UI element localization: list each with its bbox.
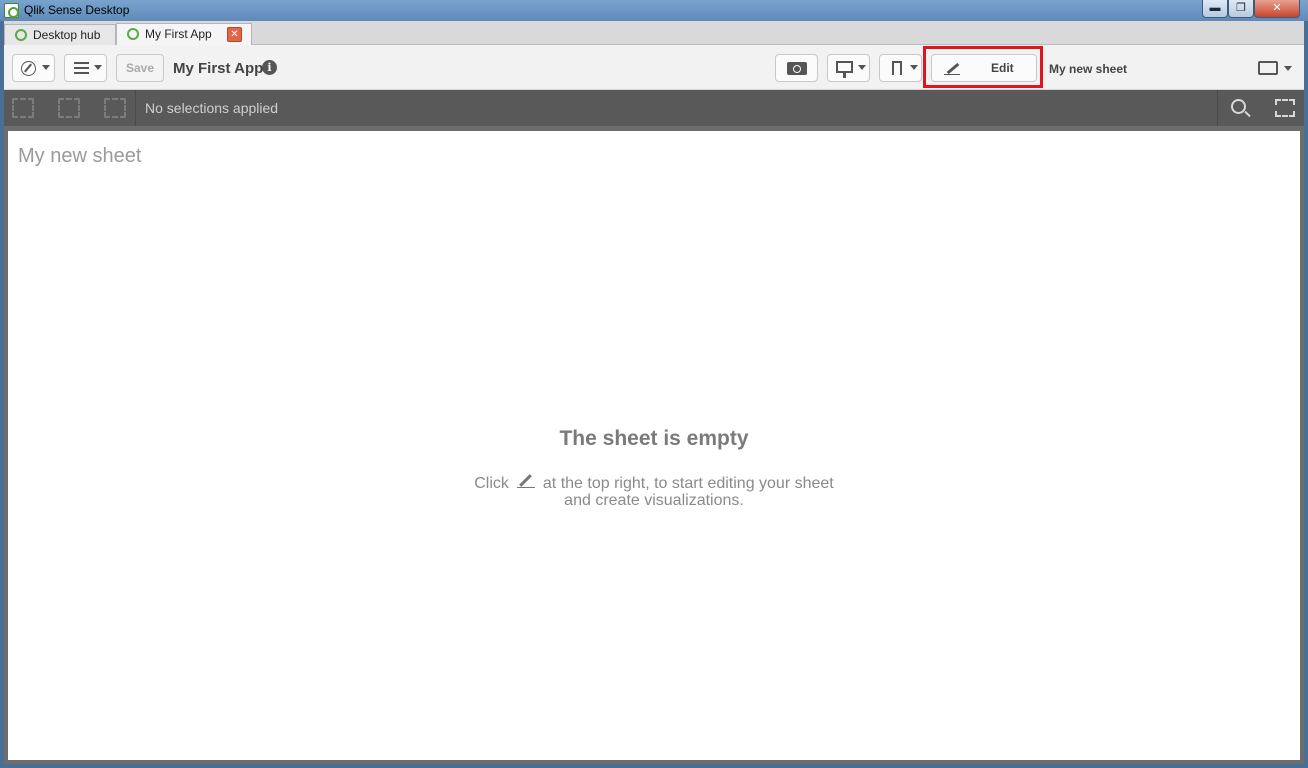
sheets-icon <box>1258 61 1278 75</box>
save-button[interactable]: Save <box>116 54 164 82</box>
global-menu-button[interactable] <box>64 54 107 82</box>
minimize-button[interactable]: ▬ <box>1202 0 1228 18</box>
selections-status: No selections applied <box>145 100 279 116</box>
divider <box>135 90 136 126</box>
compass-icon <box>21 61 36 76</box>
sheet-canvas: My new sheet The sheet is empty Click at … <box>8 131 1300 760</box>
step-back-icon[interactable] <box>12 98 34 118</box>
app-title: My First App <box>173 60 264 77</box>
divider <box>1217 90 1218 126</box>
sheet-title: My new sheet <box>18 145 142 167</box>
window-title: Qlik Sense Desktop <box>24 3 130 17</box>
empty-sheet-hint-line2: and create visualizations. <box>564 492 744 509</box>
bookmark-button[interactable] <box>879 54 922 82</box>
qlik-app-icon <box>4 3 19 18</box>
edit-highlight-annotation <box>923 46 1043 88</box>
clear-selections-icon[interactable] <box>104 98 126 118</box>
presentation-icon <box>836 61 853 78</box>
info-icon[interactable]: i <box>262 60 277 75</box>
chevron-down-icon <box>910 65 918 70</box>
qlik-icon <box>15 29 27 41</box>
close-window-button[interactable]: ✕ <box>1254 0 1300 18</box>
hint-text-end: at the top right, to start editing your … <box>542 475 834 492</box>
camera-icon <box>787 62 807 75</box>
selections-bar: No selections applied <box>4 90 1304 126</box>
chevron-down-icon <box>94 65 102 70</box>
empty-sheet-hint: Click at the top right, to start editing … <box>8 472 1300 493</box>
tab-label: Desktop hub <box>33 28 101 42</box>
navigation-menu-button[interactable] <box>12 54 55 82</box>
sheet-selector[interactable]: My new sheet <box>1044 54 1294 82</box>
search-icon[interactable] <box>1231 99 1246 114</box>
story-button[interactable] <box>827 54 870 82</box>
tab-label: My First App <box>145 27 212 41</box>
qlik-icon <box>127 28 139 40</box>
tab-desktop-hub[interactable]: Desktop hub <box>4 24 116 45</box>
tabs-bar: Desktop hub My First App ✕ <box>4 21 1304 45</box>
tab-my-first-app[interactable]: My First App ✕ <box>116 23 252 45</box>
toolbar: Save My First App i Edit My new sheet <box>4 45 1304 90</box>
chevron-down-icon <box>42 65 50 70</box>
bookmark-icon <box>892 61 902 75</box>
current-sheet-name: My new sheet <box>1049 62 1128 76</box>
close-tab-icon[interactable]: ✕ <box>227 27 242 42</box>
pencil-icon <box>515 472 537 490</box>
hint-text-start: Click <box>474 475 509 492</box>
selection-tool-icon[interactable] <box>1275 99 1295 117</box>
maximize-button[interactable]: ❐ <box>1228 0 1254 18</box>
chevron-down-icon <box>1284 66 1292 71</box>
empty-sheet-title: The sheet is empty <box>559 427 749 450</box>
snapshot-button[interactable] <box>775 54 818 82</box>
chevron-down-icon <box>858 65 866 70</box>
app-window: Qlik Sense Desktop ▬ ❐ ✕ Desktop hub My … <box>0 0 1308 768</box>
list-icon <box>74 62 89 75</box>
step-forward-icon[interactable] <box>58 98 80 118</box>
title-bar: Qlik Sense Desktop ▬ ❐ ✕ <box>0 0 1308 21</box>
sheet-frame: My new sheet The sheet is empty Click at … <box>4 126 1304 764</box>
